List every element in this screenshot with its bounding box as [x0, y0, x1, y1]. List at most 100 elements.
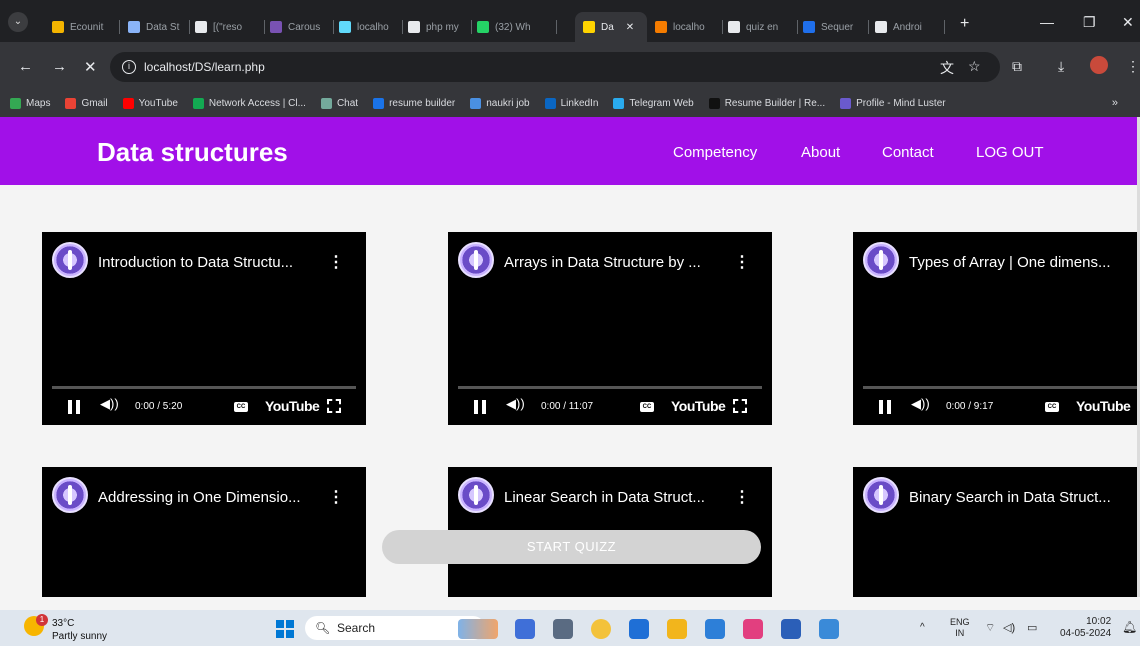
browser-tab[interactable]: localho — [655, 17, 723, 37]
forward-button[interactable]: → — [52, 58, 67, 75]
browser-tab[interactable]: (32) Wh — [477, 17, 557, 37]
minimize-button[interactable]: — — [1040, 14, 1054, 30]
video-embed[interactable]: Binary Search in Data Struct... — [853, 467, 1140, 597]
more-options-icon[interactable]: ⋮ — [328, 252, 344, 272]
pause-icon[interactable] — [474, 400, 486, 414]
battery-icon[interactable]: ▭ — [1027, 621, 1037, 634]
channel-avatar[interactable] — [863, 477, 899, 513]
more-options-icon[interactable]: ⋮ — [734, 487, 750, 507]
video-embed[interactable]: Arrays in Data Structure by ... ⋮ ◀)) 0:00 … — [448, 232, 772, 425]
nav-about[interactable]: About — [801, 144, 840, 161]
channel-avatar[interactable] — [52, 477, 88, 513]
volume-icon[interactable]: ◀)) — [911, 396, 930, 412]
xampp-icon[interactable] — [743, 619, 763, 639]
bookmark-item[interactable]: Chat — [320, 98, 358, 109]
volume-icon[interactable]: ◀)) — [506, 396, 525, 412]
stop-loading-button[interactable]: ✕ — [84, 58, 97, 76]
pause-icon[interactable] — [68, 400, 80, 414]
channel-avatar[interactable] — [52, 242, 88, 278]
wifi-icon[interactable]: ⌔ — [985, 621, 995, 635]
chrome-menu-icon[interactable]: ⋮ — [1126, 58, 1140, 75]
nav-contact[interactable]: Contact — [882, 144, 934, 161]
browser-tab[interactable]: Sequer — [803, 17, 869, 37]
browser-tab[interactable]: Da ✕ — [575, 12, 647, 42]
back-button[interactable]: ← — [18, 58, 33, 75]
browser-tab[interactable]: Ecounit — [52, 17, 120, 37]
browser-tab[interactable]: Androi — [875, 17, 945, 37]
video-title[interactable]: Linear Search in Data Struct... — [504, 489, 734, 506]
channel-avatar[interactable] — [863, 242, 899, 278]
video-title[interactable]: Binary Search in Data Struct... — [909, 489, 1139, 506]
bookmark-item[interactable]: Profile - Mind Luster — [840, 98, 946, 109]
pause-icon[interactable] — [879, 400, 891, 414]
video-progress-bar[interactable] — [458, 386, 762, 389]
channel-avatar[interactable] — [458, 477, 494, 513]
language-indicator[interactable]: ENG IN — [950, 617, 970, 639]
show-hidden-icons[interactable]: ^ — [920, 622, 925, 633]
video-title[interactable]: Addressing in One Dimensio... — [98, 489, 328, 506]
youtube-logo[interactable]: YouTube — [1076, 398, 1131, 414]
browser-tab[interactable]: Data St — [128, 17, 190, 37]
video-progress-bar[interactable] — [52, 386, 356, 389]
captions-icon[interactable]: CC — [1045, 402, 1059, 412]
widgets-icon[interactable] — [458, 619, 498, 639]
video-embed[interactable]: Introduction to Data Structu... ⋮ ◀)) 0:00 … — [42, 232, 366, 425]
bookmark-item[interactable]: Network Access | Cl... — [192, 98, 306, 109]
bookmark-star-icon[interactable]: ☆ — [968, 58, 981, 75]
start-quiz-button[interactable]: START QUIZZ — [382, 530, 761, 564]
captions-icon[interactable]: CC — [640, 402, 654, 412]
bookmark-item[interactable]: Resume Builder | Re... — [708, 98, 825, 109]
bookmark-item[interactable]: LinkedIn — [544, 98, 598, 109]
task-view-icon[interactable] — [553, 619, 573, 639]
video-title[interactable]: Types of Array | One dimens... — [909, 254, 1139, 271]
tab-search-button[interactable]: ⌄ — [8, 12, 28, 32]
video-title[interactable]: Introduction to Data Structu... — [98, 254, 328, 271]
bookmark-item[interactable]: naukri job — [470, 98, 530, 109]
weather-desc[interactable]: Partly sunny — [52, 631, 107, 642]
captions-icon[interactable]: CC — [234, 402, 248, 412]
more-options-icon[interactable]: ⋮ — [734, 252, 750, 272]
fullscreen-icon[interactable] — [327, 399, 341, 413]
copilot-icon[interactable] — [515, 619, 535, 639]
video-title[interactable]: Arrays in Data Structure by ... — [504, 254, 734, 271]
address-bar[interactable]: i localhost/DS/learn.php — [110, 52, 1000, 82]
extensions-icon[interactable]: ⧉ — [1012, 58, 1022, 75]
browser-tab[interactable]: quiz en — [728, 17, 798, 37]
volume-icon[interactable]: ◀)) — [100, 396, 119, 412]
video-embed[interactable]: Types of Array | One dimens... ◀)) 0:00 / … — [853, 232, 1140, 425]
start-button[interactable] — [276, 620, 294, 638]
system-clock[interactable]: 10:02 04-05-2024 — [1060, 616, 1111, 640]
notification-bell-icon[interactable]: 🔔︎ — [1122, 620, 1137, 634]
new-tab-button[interactable]: + — [960, 15, 969, 33]
bookmark-item[interactable]: resume builder — [373, 98, 455, 109]
close-window-button[interactable]: ✕ — [1122, 14, 1134, 31]
bookmark-item[interactable]: Gmail — [65, 98, 108, 109]
notepad-icon[interactable] — [819, 619, 839, 639]
fullscreen-icon[interactable] — [733, 399, 747, 413]
video-embed[interactable]: Addressing in One Dimensio... ⋮ — [42, 467, 366, 597]
bookmark-item[interactable]: Telegram Web — [613, 98, 694, 109]
browser-tab[interactable]: php my — [408, 17, 472, 37]
profile-avatar[interactable] — [1090, 56, 1108, 74]
nav-logout[interactable]: LOG OUT — [976, 144, 1044, 161]
volume-icon[interactable]: ◁) — [1003, 621, 1015, 634]
browser-tab[interactable]: Carous — [270, 17, 334, 37]
weather-temp[interactable]: 33°C — [52, 618, 74, 629]
channel-avatar[interactable] — [458, 242, 494, 278]
more-bookmarks-button[interactable]: » — [1112, 97, 1118, 109]
browser-tab[interactable]: [("reso — [195, 17, 265, 37]
more-options-icon[interactable]: ⋮ — [328, 487, 344, 507]
restore-button[interactable]: ❐ — [1083, 14, 1096, 31]
youtube-logo[interactable]: YouTube — [671, 398, 726, 414]
browser-tab[interactable]: localho — [339, 17, 403, 37]
downloads-icon[interactable]: ⤓ — [1058, 58, 1064, 75]
site-info-icon[interactable]: i — [122, 60, 136, 74]
nav-competency[interactable]: Competency — [673, 144, 757, 161]
video-progress-bar[interactable] — [863, 386, 1140, 389]
chrome-icon[interactable] — [591, 619, 611, 639]
translate-icon[interactable]: 文 — [940, 58, 954, 78]
file-explorer-icon[interactable] — [667, 619, 687, 639]
bookmark-item[interactable]: Maps — [10, 98, 50, 109]
word-icon[interactable] — [781, 619, 801, 639]
tab-close-icon[interactable]: ✕ — [626, 22, 634, 33]
